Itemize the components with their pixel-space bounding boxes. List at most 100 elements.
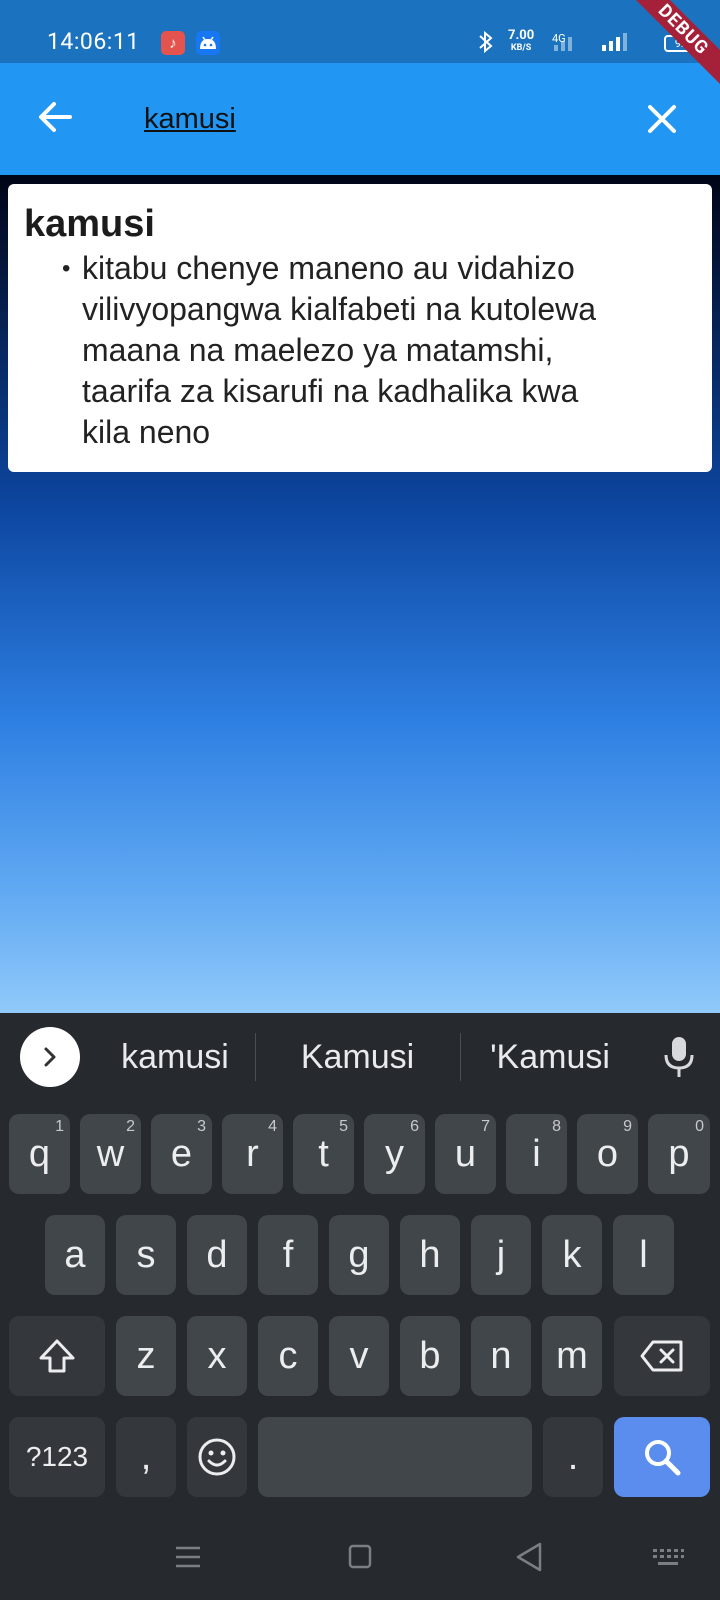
definition-line: maana na maelezo ya matamshi, (82, 332, 554, 368)
divider (460, 1033, 461, 1081)
key-d[interactable]: d (187, 1215, 247, 1295)
arrow-left-icon (39, 102, 72, 132)
symbols-key[interactable]: ?123 (9, 1417, 105, 1497)
key-label: e (170, 1132, 193, 1175)
key-e[interactable]: e3 (151, 1114, 212, 1194)
speed-value: 7.00 (508, 28, 535, 43)
key-j[interactable]: j (471, 1215, 531, 1295)
menu-icon (176, 1546, 200, 1568)
emoji-key[interactable] (187, 1417, 247, 1497)
definition-line: vilivyopangwa kialfabeti na kutolewa (82, 291, 597, 327)
key-n[interactable]: n (471, 1316, 531, 1396)
app-bar (0, 63, 720, 175)
back-button[interactable] (30, 91, 82, 143)
home-square-icon (348, 1544, 372, 1569)
key-hint: 5 (339, 1118, 348, 1135)
music-icon: ♪ (161, 31, 185, 55)
key-z[interactable]: z (116, 1316, 176, 1396)
backspace-icon (640, 1340, 683, 1372)
key-hint: 1 (55, 1118, 64, 1135)
suggestion-bar: kamusi Kamusi 'Kamusi (0, 1013, 720, 1101)
chevron-right-icon (44, 1047, 56, 1067)
status-bar: 14:06:11 ♪ 7.00 KB/S 4G 92 DEBUG (0, 0, 720, 92)
bluetooth-icon (476, 30, 496, 60)
key-hint: 8 (552, 1118, 561, 1135)
key-o[interactable]: o9 (577, 1114, 638, 1194)
key-hint: 7 (481, 1118, 490, 1135)
emoji-icon (198, 1438, 236, 1476)
search-icon (645, 1440, 681, 1476)
back-triangle-icon (516, 1542, 542, 1572)
comma-key[interactable]: , (116, 1417, 176, 1497)
key-hint: 2 (126, 1118, 135, 1135)
key-label: r (246, 1132, 259, 1175)
key-hint: 9 (623, 1118, 632, 1135)
key-hint: 6 (410, 1118, 419, 1135)
headword: kamusi (24, 203, 155, 245)
key-label: q (28, 1132, 51, 1175)
results-area: kamusi kitabu chenye maneno au vidahizo … (0, 175, 720, 1013)
key-l[interactable]: l (613, 1215, 674, 1295)
key-hint: 0 (695, 1118, 704, 1135)
key-f[interactable]: f (258, 1215, 318, 1295)
key-b[interactable]: b (400, 1316, 460, 1396)
key-p[interactable]: p0 (648, 1114, 710, 1194)
key-label: p (668, 1132, 690, 1175)
key-v[interactable]: v (329, 1316, 389, 1396)
suggestion-1[interactable]: kamusi (100, 1031, 250, 1083)
keyboard-switch-button[interactable] (650, 1540, 686, 1574)
definition-line: taarifa za kisarufi na kadhalika kwa (82, 373, 579, 409)
key-r[interactable]: r4 (222, 1114, 283, 1194)
system-nav-bar (0, 1510, 720, 1600)
key-x[interactable]: x (187, 1316, 247, 1396)
key-g[interactable]: g (329, 1215, 389, 1295)
suggestion-2[interactable]: Kamusi (275, 1031, 440, 1083)
definition-line: kila neno (82, 414, 211, 450)
signal-icon (602, 33, 627, 51)
network-speed: 7.00 KB/S (508, 28, 535, 54)
key-label: y (385, 1132, 404, 1175)
speed-unit: KB/S (510, 43, 532, 53)
keyboard-icon (653, 1549, 684, 1565)
menu-nav-button[interactable] (170, 1540, 206, 1574)
key-a[interactable]: a (45, 1215, 105, 1295)
status-time: 14:06:11 (47, 28, 140, 55)
expand-toolbar-button[interactable] (20, 1027, 80, 1087)
divider (255, 1033, 256, 1081)
definition-card[interactable]: kamusi kitabu chenye maneno au vidahizo … (8, 184, 712, 472)
key-y[interactable]: y6 (364, 1114, 425, 1194)
key-u[interactable]: u7 (435, 1114, 496, 1194)
microphone-icon (664, 1037, 694, 1077)
search-input[interactable] (144, 95, 604, 143)
key-i[interactable]: i8 (506, 1114, 567, 1194)
key-label: i (532, 1132, 541, 1175)
key-label: u (454, 1132, 477, 1175)
definition-line: kitabu chenye maneno au vidahizo (82, 250, 575, 286)
clear-button[interactable] (636, 93, 688, 145)
key-hint: 4 (268, 1118, 277, 1135)
key-k[interactable]: k (542, 1215, 602, 1295)
key-t[interactable]: t5 (293, 1114, 354, 1194)
search-action-key[interactable] (614, 1417, 710, 1497)
period-key[interactable]: . (543, 1417, 603, 1497)
key-h[interactable]: h (400, 1215, 460, 1295)
back-nav-button[interactable] (512, 1540, 548, 1574)
key-c[interactable]: c (258, 1316, 318, 1396)
home-nav-button[interactable] (342, 1540, 378, 1574)
key-hint: 3 (197, 1118, 206, 1135)
microphone-button[interactable] (660, 1035, 698, 1079)
signal-icon-sim1 (554, 37, 572, 51)
key-s[interactable]: s (116, 1215, 176, 1295)
suggestion-3[interactable]: 'Kamusi (470, 1031, 630, 1083)
close-icon (648, 105, 676, 133)
key-label: w (96, 1132, 125, 1175)
key-q[interactable]: q1 (9, 1114, 70, 1194)
key-m[interactable]: m (542, 1316, 602, 1396)
key-label: t (318, 1132, 329, 1175)
key-label: o (596, 1132, 619, 1175)
android-icon (196, 31, 220, 55)
space-key[interactable] (258, 1417, 532, 1497)
backspace-key[interactable] (614, 1316, 710, 1396)
shift-key[interactable] (9, 1316, 105, 1396)
key-w[interactable]: w2 (80, 1114, 141, 1194)
